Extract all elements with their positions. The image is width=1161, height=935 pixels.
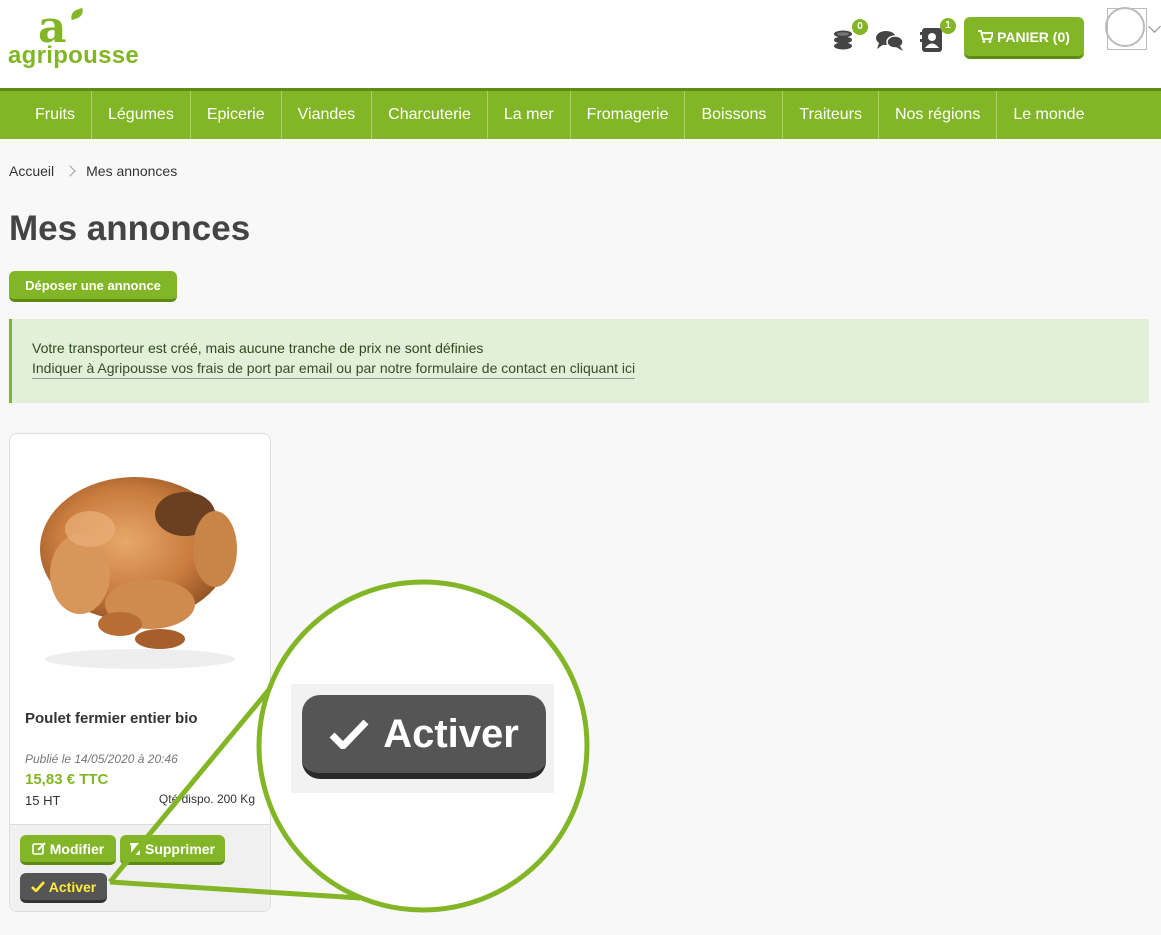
cart-label: PANIER (0) [997, 28, 1070, 45]
delete-label: Supprimer [144, 840, 215, 857]
agripousse-logo[interactable]: a agripousse [8, 6, 140, 70]
nav-item-fromagerie[interactable]: Fromagerie [569, 91, 685, 139]
nav-item-traiteurs[interactable]: Traiteurs [782, 91, 878, 139]
site-header: a agripousse 0 1 PANIER (0) [0, 0, 1161, 88]
contacts-badge: 1 [940, 18, 956, 34]
alert-message: Votre transporteur est créé, mais aucune… [32, 340, 484, 356]
cart-icon [978, 30, 994, 43]
nav-item-le-monde[interactable]: Le monde [996, 91, 1100, 139]
nav-item-nos-regions[interactable]: Nos régions [877, 91, 996, 139]
coins-button[interactable]: 0 [832, 19, 868, 50]
nav-item-boissons[interactable]: Boissons [684, 91, 782, 139]
shipping-alert: Votre transporteur est créé, mais aucune… [9, 319, 1149, 403]
check-icon [30, 881, 45, 892]
logo-leaf-icon [69, 7, 85, 21]
logo-text: agripousse [8, 42, 140, 69]
product-image[interactable] [10, 434, 270, 684]
check-icon [329, 719, 369, 749]
coins-badge: 0 [852, 19, 868, 35]
zoomed-activate-button: Activer [302, 695, 546, 779]
breadcrumb: Accueil Mes annonces [9, 163, 177, 179]
chat-icon [876, 31, 904, 51]
nav-item-charcuterie[interactable]: Charcuterie [371, 91, 487, 139]
breadcrumb-home[interactable]: Accueil [9, 163, 54, 179]
alert-contact-link[interactable]: Indiquer à Agripousse vos frais de port … [32, 360, 636, 379]
activate-button[interactable]: Activer [20, 873, 107, 903]
chicken-image [40, 477, 237, 669]
listing-actions: Modifier Supprimer Activer [10, 824, 270, 911]
listing-price-ht: 15 HT [25, 793, 61, 808]
nav-item-legumes[interactable]: Légumes [91, 91, 190, 139]
listing-quantity: Qté dispo. 200 Kg [158, 792, 255, 806]
contacts-button[interactable]: 1 [920, 18, 956, 52]
deposit-listing-button[interactable]: Déposer une annonce [9, 271, 177, 302]
trash-icon [129, 843, 141, 855]
breadcrumb-current: Mes annonces [86, 163, 178, 179]
listing-title[interactable]: Poulet fermier entier bio [25, 710, 198, 727]
delete-button[interactable]: Supprimer [120, 835, 225, 865]
zoomed-activate-label: Activer [383, 711, 519, 756]
nav-item-epicerie[interactable]: Epicerie [189, 91, 281, 139]
messages-button[interactable] [876, 30, 904, 52]
page-title: Mes annonces [9, 209, 251, 248]
activate-label: Activer [48, 878, 97, 895]
listing-price-ttc: 15,83 € TTC [25, 771, 109, 788]
modify-label: Modifier [49, 840, 105, 857]
cart-button[interactable]: PANIER (0) [964, 17, 1084, 59]
main-nav: Fruits Légumes Epicerie Viandes Charcute… [0, 88, 1161, 139]
address-book-icon [920, 28, 942, 52]
chevron-right-icon [64, 165, 76, 177]
modify-button[interactable]: Modifier [20, 835, 116, 865]
listing-date: Publié le 14/05/2020 à 20:46 [25, 752, 178, 766]
listing-card: Poulet fermier entier bio Publié le 14/0… [9, 433, 271, 912]
edit-icon [31, 842, 46, 855]
nav-item-fruits[interactable]: Fruits [19, 91, 91, 139]
nav-item-la-mer[interactable]: La mer [486, 91, 570, 139]
nav-item-viandes[interactable]: Viandes [280, 91, 372, 139]
avatar-loading-ring [1105, 7, 1145, 47]
chevron-down-icon[interactable] [1148, 20, 1161, 33]
